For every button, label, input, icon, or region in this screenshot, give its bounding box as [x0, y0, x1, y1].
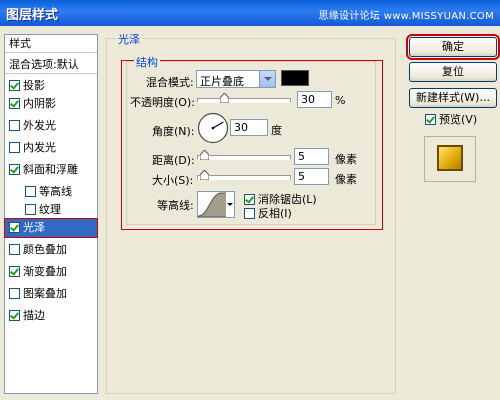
sidebar-item-label: 内阴影 — [23, 97, 56, 110]
sidebar-item-label: 纹理 — [39, 203, 61, 216]
invert-label: 反相(I) — [258, 207, 292, 220]
checkbox[interactable] — [9, 244, 20, 255]
antialias-checkbox[interactable] — [244, 194, 255, 205]
sidebar-item-label: 颜色叠加 — [23, 243, 67, 256]
sidebar-item-blending-options[interactable]: 混合选项:默认 — [5, 56, 97, 74]
preview-option[interactable]: 预览(V) — [425, 111, 477, 127]
size-label: 大小(S): — [152, 174, 194, 187]
new-style-button[interactable]: 新建样式(W)... — [409, 88, 497, 108]
angle-unit: 度 — [271, 124, 282, 137]
checkbox[interactable] — [9, 120, 20, 131]
sidebar-item-inner-shadow[interactable]: 内阴影 — [5, 95, 97, 113]
preview-swatch — [437, 145, 463, 171]
sidebar-item-drop-shadow[interactable]: 投影 — [5, 77, 97, 95]
sidebar-item-stroke[interactable]: 描边 — [5, 307, 97, 325]
sidebar-item-gradient-overlay[interactable]: 渐变叠加 — [5, 263, 97, 281]
distance-unit: 像素 — [335, 153, 357, 166]
checkbox[interactable] — [9, 98, 20, 109]
watermark: 思缘设计论坛 www.MISSYUAN.COM — [318, 11, 494, 22]
checkbox[interactable] — [9, 222, 20, 233]
section-title: 光泽 — [116, 31, 142, 47]
sidebar-item-label: 光泽 — [23, 221, 45, 234]
checkbox[interactable] — [9, 288, 20, 299]
size-input[interactable]: 5 — [294, 168, 329, 185]
checkbox[interactable] — [9, 164, 20, 175]
blend-mode-value: 正片叠底 — [200, 75, 244, 88]
sidebar-item-inner-glow[interactable]: 内发光 — [5, 139, 97, 157]
blend-mode-label: 混合模式: — [146, 76, 194, 89]
size-slider-thumb[interactable] — [200, 170, 209, 180]
checkbox[interactable] — [9, 80, 20, 91]
opacity-unit: % — [335, 94, 346, 107]
contour-dropdown-button[interactable] — [226, 191, 235, 218]
style-list-header: 样式 — [5, 35, 97, 53]
sidebar-item-label: 混合选项:默认 — [9, 58, 79, 71]
sidebar-item-label: 斜面和浮雕 — [23, 163, 78, 176]
chevron-down-icon — [259, 71, 275, 87]
invert-checkbox[interactable] — [244, 208, 255, 219]
blend-mode-select[interactable]: 正片叠底 — [196, 70, 276, 88]
reset-button[interactable]: 复位 — [409, 62, 497, 82]
checkbox[interactable] — [9, 266, 20, 277]
angle-dial[interactable] — [197, 112, 229, 144]
sidebar-item-satin[interactable]: 光泽 — [4, 218, 98, 238]
sidebar-item-label: 投影 — [23, 79, 45, 92]
style-list: 样式 混合选项:默认 投影 内阴影 外发光 内发光 斜面和浮雕 等高线 纹理 光… — [4, 34, 98, 394]
sidebar-item-label: 描边 — [23, 309, 45, 322]
sidebar-item-label: 内发光 — [23, 141, 56, 154]
sidebar-item-contour[interactable]: 等高线 — [5, 183, 97, 201]
angle-input[interactable]: 30 — [230, 119, 268, 136]
invert-option[interactable]: 反相(I) — [244, 205, 292, 221]
sidebar-item-color-overlay[interactable]: 颜色叠加 — [5, 241, 97, 259]
angle-label: 角度(N): — [152, 125, 195, 138]
structure-title: 结构 — [134, 54, 160, 70]
preview-checkbox[interactable] — [425, 114, 436, 125]
blend-color-swatch[interactable] — [281, 70, 309, 86]
sidebar-item-outer-glow[interactable]: 外发光 — [5, 117, 97, 135]
ok-button[interactable]: 确定 — [406, 34, 500, 60]
sidebar-item-label: 外发光 — [23, 119, 56, 132]
distance-slider[interactable] — [197, 155, 291, 160]
contour-label: 等高线: — [157, 199, 194, 212]
sidebar-item-bevel-emboss[interactable]: 斜面和浮雕 — [5, 161, 97, 179]
checkbox[interactable] — [25, 186, 36, 197]
checkbox[interactable] — [25, 204, 36, 215]
sidebar-item-label: 等高线 — [39, 185, 72, 198]
opacity-slider[interactable] — [197, 98, 291, 103]
checkbox[interactable] — [9, 142, 20, 153]
sidebar-item-label: 渐变叠加 — [23, 265, 67, 278]
checkbox[interactable] — [9, 310, 20, 321]
opacity-label: 不透明度(O): — [130, 96, 195, 109]
sidebar-item-texture[interactable]: 纹理 — [5, 201, 97, 219]
opacity-input[interactable]: 30 — [297, 91, 332, 108]
size-slider[interactable] — [197, 175, 291, 180]
size-unit: 像素 — [335, 173, 357, 186]
distance-input[interactable]: 5 — [294, 148, 329, 165]
distance-slider-thumb[interactable] — [200, 150, 209, 160]
sidebar-item-label: 图案叠加 — [23, 287, 67, 300]
window-title: 图层样式 — [6, 8, 59, 23]
distance-label: 距离(D): — [152, 154, 195, 167]
preview-label: 预览(V) — [439, 113, 478, 126]
sidebar-item-pattern-overlay[interactable]: 图案叠加 — [5, 285, 97, 303]
opacity-slider-thumb[interactable] — [220, 93, 230, 103]
